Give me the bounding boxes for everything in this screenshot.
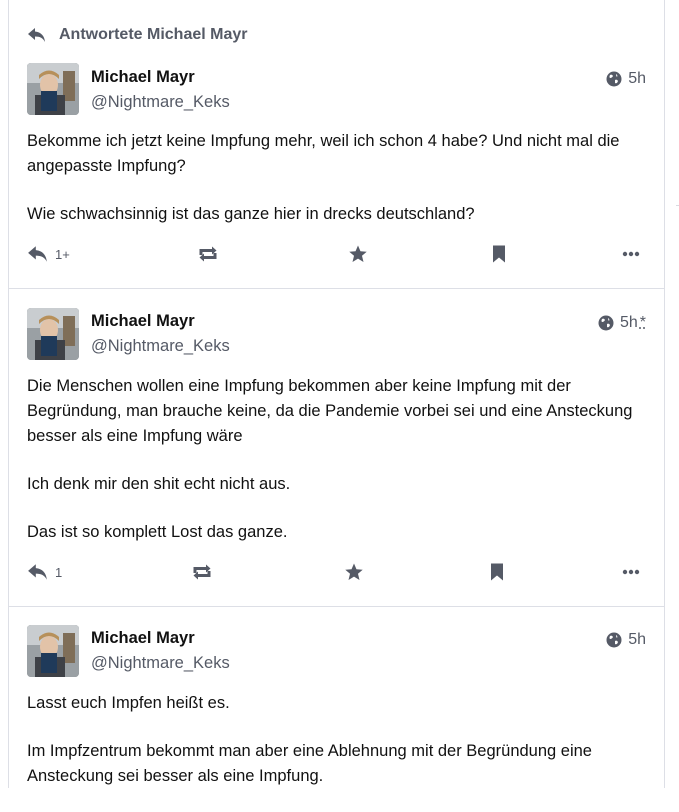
thread-column: Antwortete Michael Mayr Michael Mayr @Ni… (8, 0, 665, 788)
reply-icon (28, 564, 47, 580)
content-paragraph: Wie schwachsinnig ist das ganze hier in … (27, 205, 475, 223)
boost-button[interactable] (197, 245, 219, 263)
globe-icon (598, 315, 614, 331)
author-name[interactable]: Michael Mayr (91, 629, 195, 648)
avatar[interactable] (27, 308, 79, 360)
more-options-button[interactable] (622, 245, 640, 263)
reply-count: 1+ (55, 246, 70, 262)
status-action-bar: 1 (27, 563, 647, 587)
bookmark-button[interactable] (489, 563, 505, 581)
edited-marker[interactable]: * (640, 314, 646, 332)
ellipsis-icon (622, 569, 640, 575)
reply-count: 1 (55, 564, 63, 580)
bookmark-icon (491, 563, 503, 581)
avatar[interactable] (27, 63, 79, 115)
content-paragraph: Das ist so komplett Lost das ganze. (27, 523, 288, 541)
status-meta[interactable]: 5h (606, 70, 646, 88)
bookmark-icon (493, 245, 505, 263)
author-handle[interactable]: @Nightmare_Keks (91, 654, 230, 673)
ellipsis-icon (622, 251, 640, 257)
status-post[interactable]: Michael Mayr @Nightmare_Keks 5h Lasst eu… (9, 607, 664, 788)
adjacent-column-edge (664, 0, 679, 788)
bookmark-button[interactable] (491, 245, 507, 263)
author-name[interactable]: Michael Mayr (91, 312, 195, 331)
relative-time[interactable]: 5h (628, 631, 646, 649)
content-paragraph: Lasst euch Impfen heißt es. (27, 694, 230, 712)
globe-icon (606, 71, 622, 87)
content-paragraph: Ich denk mir den shit echt nicht aus. (27, 475, 291, 493)
boost-button[interactable] (191, 563, 213, 581)
content-paragraph: Die Menschen wollen eine Impfung bekomme… (27, 377, 633, 445)
status-meta[interactable]: 5h (606, 631, 646, 649)
retweet-icon (193, 564, 211, 580)
status-post[interactable]: Antwortete Michael Mayr Michael Mayr @Ni… (9, 4, 664, 289)
content-paragraph: Bekomme ich jetzt keine Impfung mehr, we… (27, 132, 620, 175)
content-paragraph: Im Impfzentrum bekommt man aber eine Abl… (27, 742, 592, 785)
author-handle[interactable]: @Nightmare_Keks (91, 93, 230, 112)
author-name[interactable]: Michael Mayr (91, 68, 195, 87)
author-handle[interactable]: @Nightmare_Keks (91, 337, 230, 356)
status-meta[interactable]: 5h * (598, 314, 646, 332)
favourite-button[interactable] (344, 563, 364, 581)
retweet-icon (199, 246, 217, 262)
more-options-button[interactable] (622, 563, 640, 581)
status-action-bar: 1+ (27, 245, 647, 269)
avatar[interactable] (27, 625, 79, 677)
status-content: Bekomme ich jetzt keine Impfung mehr, we… (27, 129, 647, 250)
reply-button[interactable]: 1+ (27, 245, 70, 263)
reply-icon (28, 28, 45, 42)
reply-button[interactable]: 1 (27, 563, 62, 581)
reply-icon (28, 246, 47, 262)
star-icon (349, 245, 367, 262)
relative-time[interactable]: 5h (620, 314, 638, 332)
relative-time[interactable]: 5h (628, 70, 646, 88)
status-content: Lasst euch Impfen heißt es. Im Impfzentr… (27, 691, 647, 812)
status-post[interactable]: Michael Mayr @Nightmare_Keks 5h * Die Me… (9, 290, 664, 607)
status-content: Die Menschen wollen eine Impfung bekomme… (27, 374, 647, 568)
reply-prepend: Antwortete Michael Mayr (27, 26, 247, 44)
favourite-button[interactable] (348, 245, 368, 263)
reply-prepend-text: Antwortete Michael Mayr (59, 26, 248, 43)
globe-icon (606, 632, 622, 648)
star-icon (345, 563, 363, 580)
